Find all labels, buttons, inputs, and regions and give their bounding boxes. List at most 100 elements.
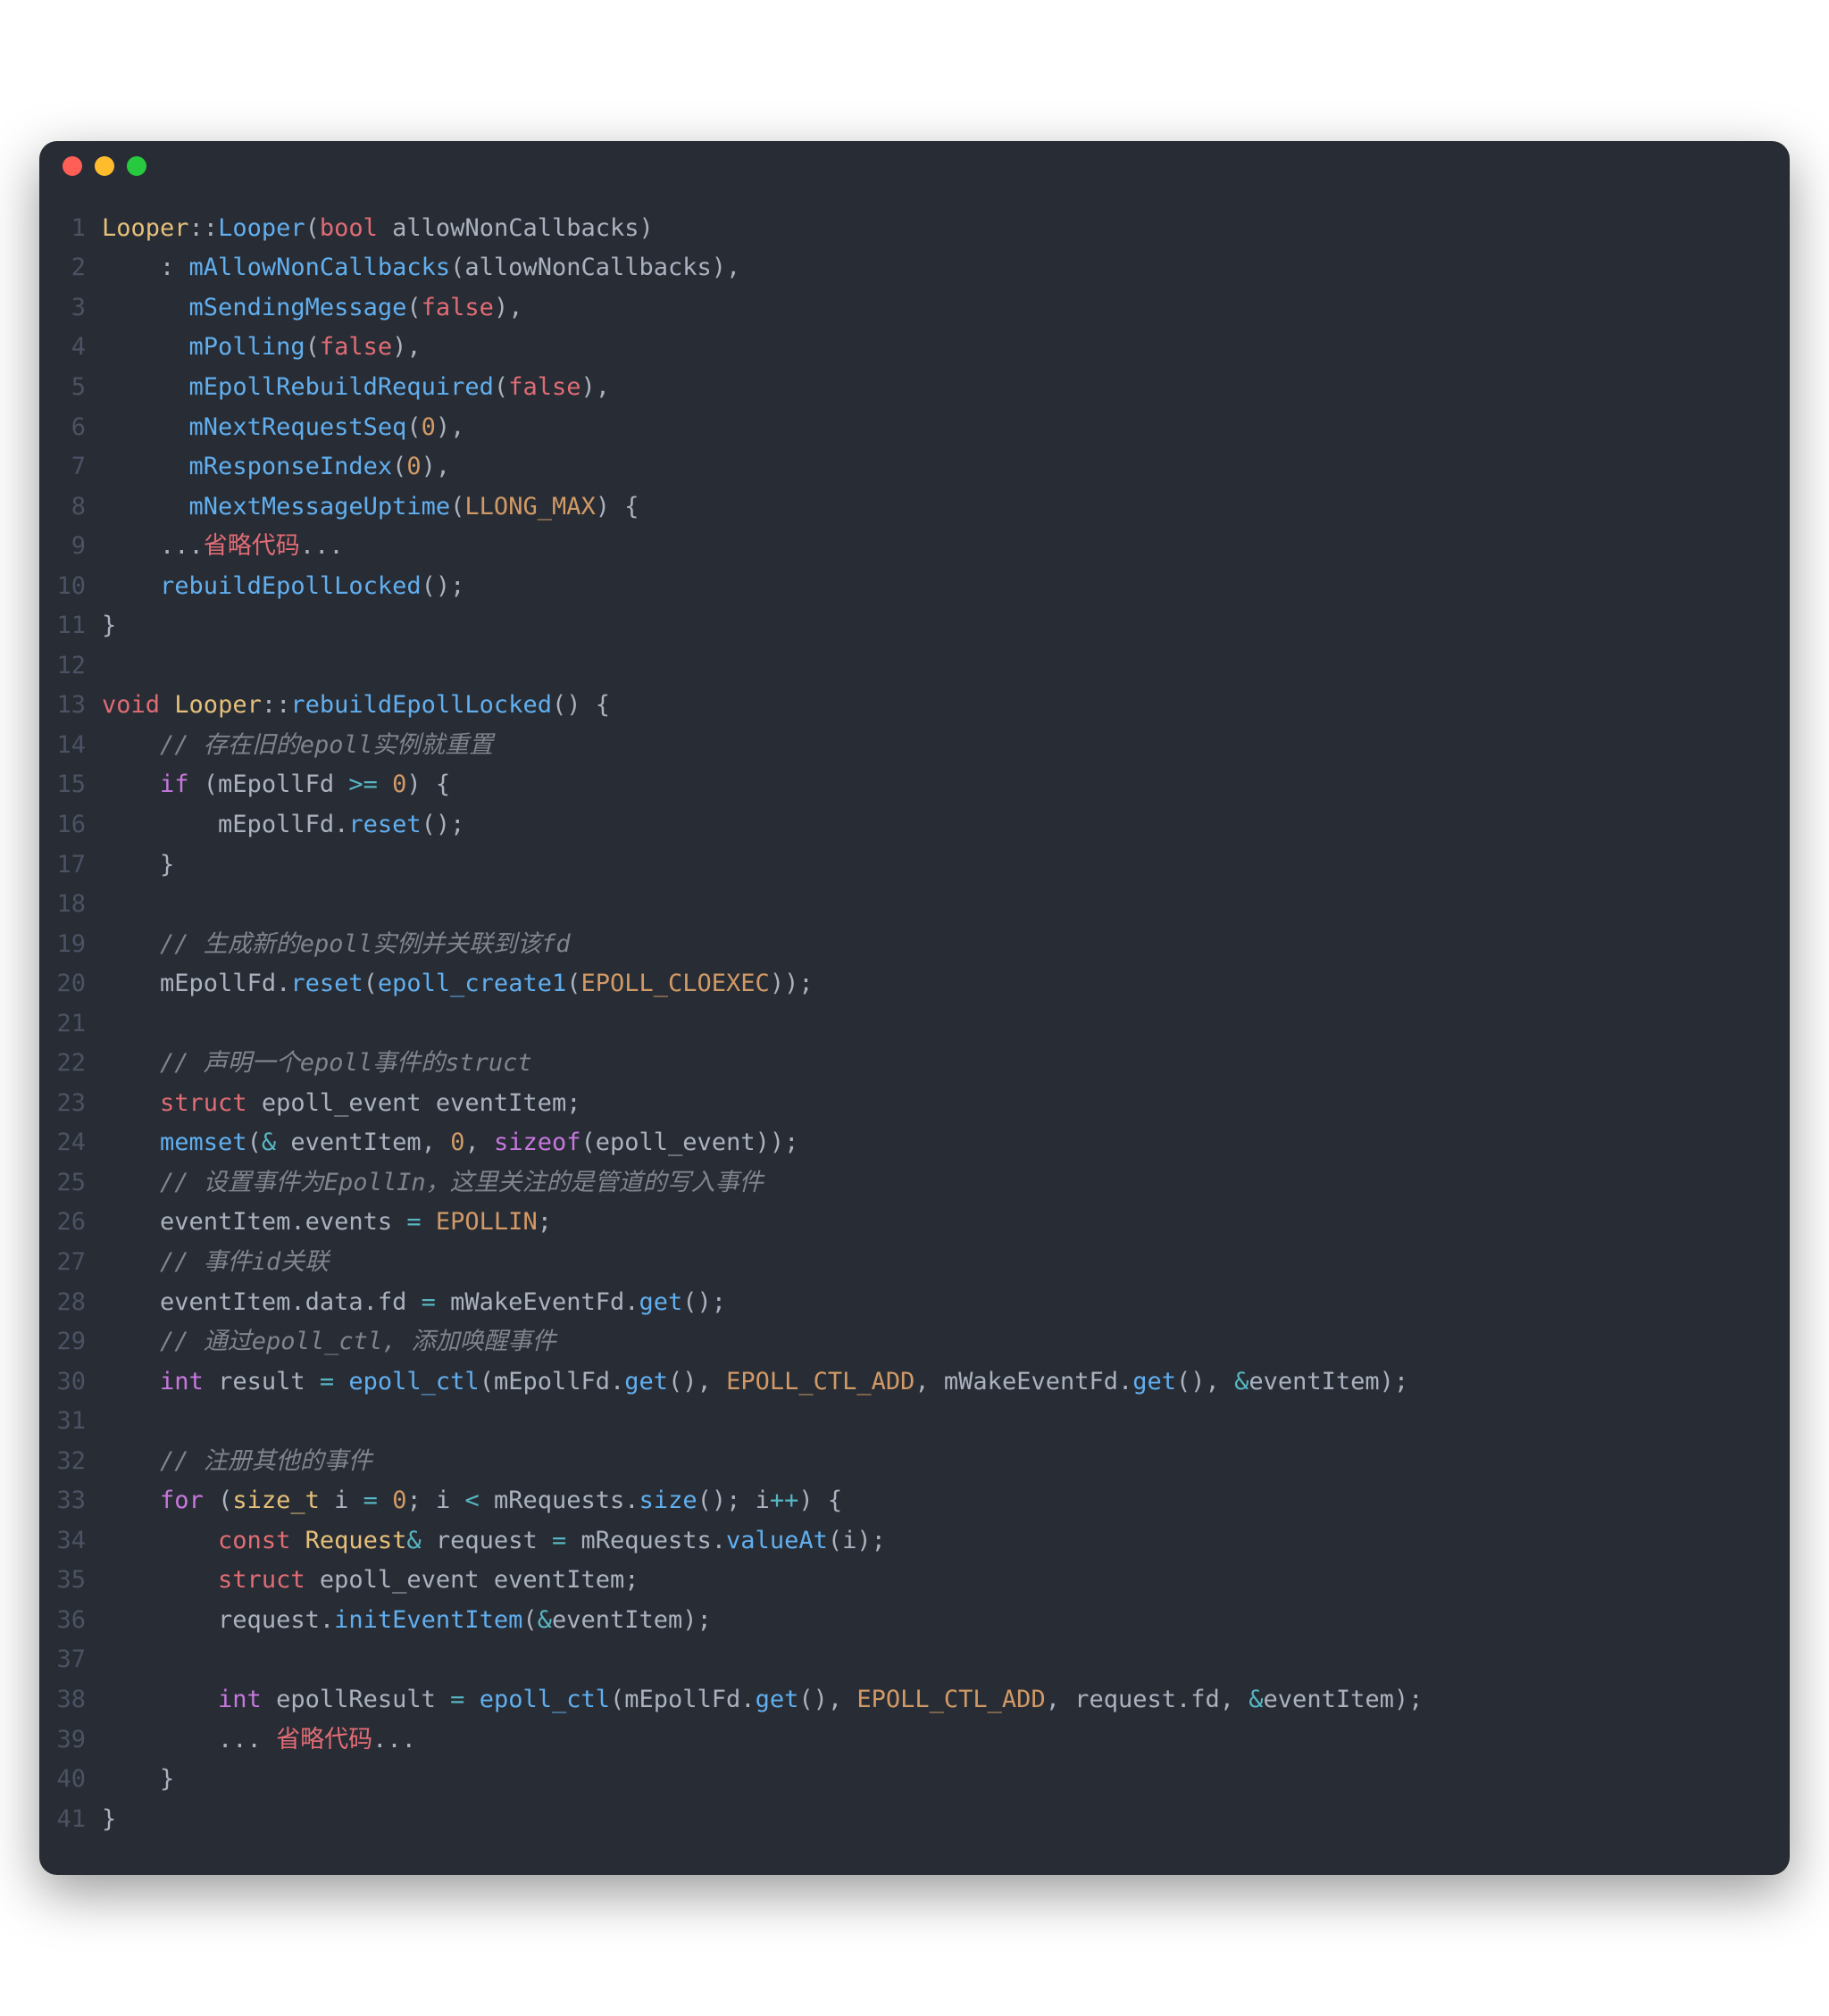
code-content: mResponseIndex(0),: [102, 447, 1763, 487]
code-line: 3 mSendingMessage(false),: [39, 288, 1763, 329]
code-line: 12: [39, 646, 1763, 687]
code-line: 7 mResponseIndex(0),: [39, 447, 1763, 487]
code-content: for (size_t i = 0; i < mRequests.size();…: [102, 1481, 1763, 1521]
code-content: ...省略代码...: [102, 527, 1763, 567]
line-number: 7: [39, 447, 102, 487]
line-number: 12: [39, 646, 102, 687]
code-content: if (mEpollFd >= 0) {: [102, 765, 1763, 805]
line-number: 38: [39, 1680, 102, 1720]
code-content: }: [102, 1800, 1763, 1840]
line-number: 39: [39, 1720, 102, 1761]
code-content: // 注册其他的事件: [102, 1442, 1763, 1482]
code-area: 1Looper::Looper(bool allowNonCallbacks)2…: [39, 191, 1790, 1875]
code-line: 33 for (size_t i = 0; i < mRequests.size…: [39, 1481, 1763, 1521]
code-content: [102, 1640, 1763, 1680]
code-line: 2 : mAllowNonCallbacks(allowNonCallbacks…: [39, 248, 1763, 288]
code-content: rebuildEpollLocked();: [102, 567, 1763, 607]
code-content: const Request& request = mRequests.value…: [102, 1521, 1763, 1562]
code-content: // 事件id关联: [102, 1243, 1763, 1283]
line-number: 10: [39, 567, 102, 607]
code-content: eventItem.data.fd = mWakeEventFd.get();: [102, 1283, 1763, 1323]
window-titlebar: [39, 141, 1790, 191]
code-content: // 存在旧的epoll实例就重置: [102, 726, 1763, 766]
code-line: 25 // 设置事件为EpollIn，这里关注的是管道的写入事件: [39, 1163, 1763, 1204]
code-line: 21: [39, 1004, 1763, 1045]
code-content: eventItem.events = EPOLLIN;: [102, 1203, 1763, 1243]
line-number: 28: [39, 1283, 102, 1323]
code-line: 5 mEpollRebuildRequired(false),: [39, 368, 1763, 408]
line-number: 24: [39, 1123, 102, 1163]
code-line: 1Looper::Looper(bool allowNonCallbacks): [39, 209, 1763, 249]
code-line: 27 // 事件id关联: [39, 1243, 1763, 1283]
line-number: 35: [39, 1561, 102, 1601]
code-line: 19 // 生成新的epoll实例并关联到该fd: [39, 925, 1763, 965]
code-content: // 通过epoll_ctl, 添加唤醒事件: [102, 1322, 1763, 1362]
code-line: 17 }: [39, 846, 1763, 886]
code-content: mEpollFd.reset(epoll_create1(EPOLL_CLOEX…: [102, 964, 1763, 1004]
code-line: 36 request.initEventItem(&eventItem);: [39, 1601, 1763, 1641]
code-content: // 生成新的epoll实例并关联到该fd: [102, 925, 1763, 965]
code-line: 37: [39, 1640, 1763, 1680]
minimize-icon[interactable]: [95, 156, 114, 176]
code-content: [102, 646, 1763, 687]
line-number: 14: [39, 726, 102, 766]
line-number: 3: [39, 288, 102, 329]
code-line: 30 int result = epoll_ctl(mEpollFd.get()…: [39, 1362, 1763, 1403]
code-content: int epollResult = epoll_ctl(mEpollFd.get…: [102, 1680, 1763, 1720]
code-line: 6 mNextRequestSeq(0),: [39, 408, 1763, 448]
code-line: 35 struct epoll_event eventItem;: [39, 1561, 1763, 1601]
code-content: mSendingMessage(false),: [102, 288, 1763, 329]
line-number: 25: [39, 1163, 102, 1204]
code-line: 20 mEpollFd.reset(epoll_create1(EPOLL_CL…: [39, 964, 1763, 1004]
code-line: 26 eventItem.events = EPOLLIN;: [39, 1203, 1763, 1243]
code-line: 28 eventItem.data.fd = mWakeEventFd.get(…: [39, 1283, 1763, 1323]
code-content: : mAllowNonCallbacks(allowNonCallbacks),: [102, 248, 1763, 288]
code-content: }: [102, 846, 1763, 886]
line-number: 5: [39, 368, 102, 408]
code-line: 29 // 通过epoll_ctl, 添加唤醒事件: [39, 1322, 1763, 1362]
code-line: 15 if (mEpollFd >= 0) {: [39, 765, 1763, 805]
code-content: // 声明一个epoll事件的struct: [102, 1044, 1763, 1084]
line-number: 9: [39, 527, 102, 567]
code-window: 1Looper::Looper(bool allowNonCallbacks)2…: [39, 141, 1790, 1875]
line-number: 11: [39, 606, 102, 646]
code-line: 18: [39, 885, 1763, 925]
code-line: 22 // 声明一个epoll事件的struct: [39, 1044, 1763, 1084]
code-content: mEpollRebuildRequired(false),: [102, 368, 1763, 408]
code-line: 16 mEpollFd.reset();: [39, 805, 1763, 846]
line-number: 20: [39, 964, 102, 1004]
code-line: 10 rebuildEpollLocked();: [39, 567, 1763, 607]
code-content: mPolling(false),: [102, 328, 1763, 368]
line-number: 8: [39, 487, 102, 528]
code-content: mEpollFd.reset();: [102, 805, 1763, 846]
code-line: 24 memset(& eventItem, 0, sizeof(epoll_e…: [39, 1123, 1763, 1163]
code-line: 13void Looper::rebuildEpollLocked() {: [39, 686, 1763, 726]
code-line: 39 ... 省略代码...: [39, 1720, 1763, 1761]
line-number: 1: [39, 209, 102, 249]
code-content: }: [102, 1760, 1763, 1800]
line-number: 4: [39, 328, 102, 368]
line-number: 13: [39, 686, 102, 726]
code-line: 34 const Request& request = mRequests.va…: [39, 1521, 1763, 1562]
line-number: 23: [39, 1084, 102, 1124]
line-number: 21: [39, 1004, 102, 1045]
line-number: 16: [39, 805, 102, 846]
code-content: request.initEventItem(&eventItem);: [102, 1601, 1763, 1641]
code-line: 14 // 存在旧的epoll实例就重置: [39, 726, 1763, 766]
code-content: }: [102, 606, 1763, 646]
line-number: 31: [39, 1402, 102, 1442]
line-number: 36: [39, 1601, 102, 1641]
code-line: 40 }: [39, 1760, 1763, 1800]
code-content: void Looper::rebuildEpollLocked() {: [102, 686, 1763, 726]
line-number: 26: [39, 1203, 102, 1243]
close-icon[interactable]: [63, 156, 82, 176]
line-number: 27: [39, 1243, 102, 1283]
code-line: 38 int epollResult = epoll_ctl(mEpollFd.…: [39, 1680, 1763, 1720]
zoom-icon[interactable]: [127, 156, 146, 176]
line-number: 41: [39, 1800, 102, 1840]
code-content: ... 省略代码...: [102, 1720, 1763, 1761]
code-line: 23 struct epoll_event eventItem;: [39, 1084, 1763, 1124]
line-number: 17: [39, 846, 102, 886]
line-number: 40: [39, 1760, 102, 1800]
code-content: Looper::Looper(bool allowNonCallbacks): [102, 209, 1763, 249]
